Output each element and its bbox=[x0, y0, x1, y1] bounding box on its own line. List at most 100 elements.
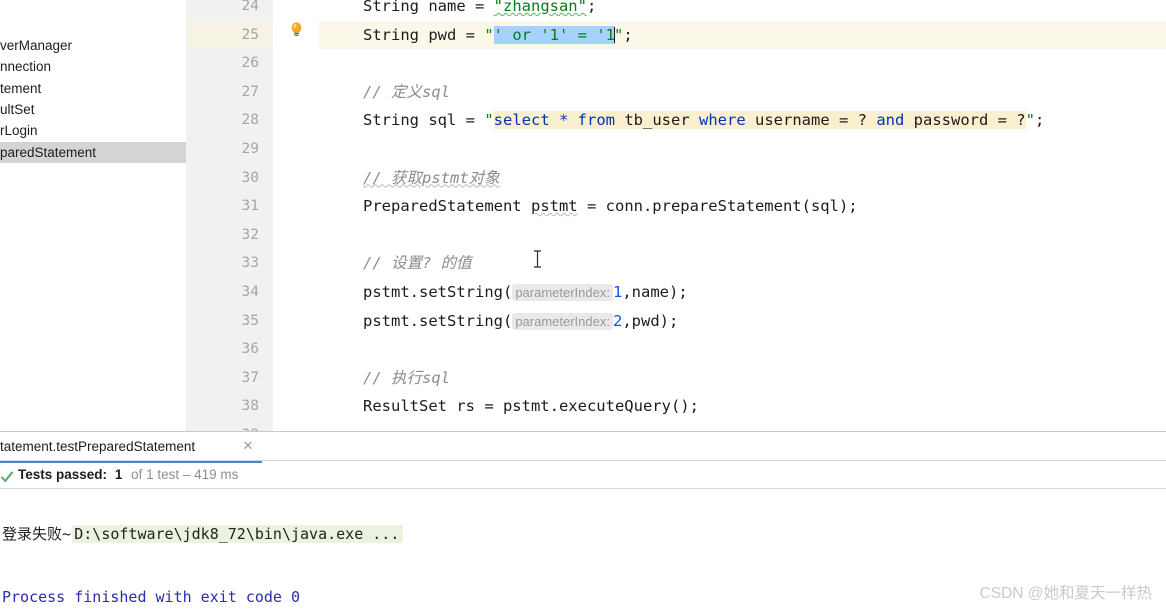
code-token: " bbox=[484, 111, 494, 130]
gutter-line-number[interactable]: 37 bbox=[186, 364, 273, 393]
tree-item[interactable]: rLogin bbox=[0, 120, 186, 141]
code-line[interactable]: String name = "zhangsan"; bbox=[319, 0, 1166, 21]
code-token: ; bbox=[1034, 111, 1045, 130]
tree-item[interactable]: nnection bbox=[0, 56, 186, 77]
tree-item[interactable]: tement bbox=[0, 78, 186, 99]
code-line[interactable] bbox=[319, 49, 1166, 78]
code-token: ' or '1' = '1 bbox=[493, 25, 615, 44]
tree-item-label: nnection bbox=[0, 59, 52, 75]
code-token: // 获取pstmt对象 bbox=[363, 168, 500, 187]
code-token: String pwd = bbox=[363, 25, 485, 44]
code-line[interactable]: pstmt.setString(parameterIndex: 2,pwd); bbox=[319, 307, 1166, 336]
test-tab-bar: tatement.testPreparedStatement ✕ bbox=[0, 432, 1166, 463]
code-token: and bbox=[876, 111, 914, 130]
tree-item-label: paredStatement bbox=[0, 144, 97, 160]
code-line[interactable]: // 设置? 的值 bbox=[319, 249, 1166, 278]
csdn-watermark: CSDN @她和夏天一样热 bbox=[979, 585, 1152, 602]
gutter-line-number[interactable]: 35 bbox=[186, 307, 273, 336]
lightbulb-icon[interactable] bbox=[288, 21, 305, 38]
code-line[interactable]: pstmt.setString(parameterIndex: 1,name); bbox=[319, 278, 1166, 307]
code-line[interactable] bbox=[319, 135, 1166, 164]
parameter-hint: parameterIndex: bbox=[512, 284, 613, 301]
code-line[interactable]: PreparedStatement pstmt = conn.prepareSt… bbox=[319, 192, 1166, 221]
gutter-line-number[interactable]: 27 bbox=[186, 78, 273, 107]
check-icon bbox=[0, 467, 14, 482]
gutter-line-number[interactable]: 38 bbox=[186, 392, 273, 421]
code-token: pstmt.setString( bbox=[363, 283, 513, 301]
gutter-line-number[interactable]: 26 bbox=[186, 49, 273, 78]
code-token: // 执行sql bbox=[363, 368, 450, 387]
code-line[interactable] bbox=[319, 335, 1166, 364]
gutter-line-number[interactable]: 25 bbox=[186, 20, 273, 50]
code-token: "zhangsan" bbox=[493, 0, 587, 15]
code-token: // 设置? 的值 bbox=[363, 254, 472, 273]
code-line[interactable]: // 定义sql bbox=[319, 78, 1166, 107]
ide-window: verManager nnection tement ultSet rLogin pare… bbox=[0, 0, 1166, 612]
code-token: where bbox=[699, 111, 755, 130]
code-token: ,name); bbox=[622, 283, 688, 301]
code-token: tb_user bbox=[624, 111, 699, 130]
gutter-line-number[interactable]: 24 bbox=[186, 0, 273, 21]
console-exit-line: Process finished with exit code 0 bbox=[2, 588, 301, 606]
code-token: // 定义sql bbox=[363, 82, 450, 101]
gutter-line-number[interactable]: 34 bbox=[186, 278, 273, 307]
editor-area: verManager nnection tement ultSet rLogin pare… bbox=[0, 0, 1166, 443]
code-token: ; bbox=[623, 25, 633, 44]
tab-bar-divider bbox=[0, 460, 1166, 461]
tree-item[interactable]: paredStatement bbox=[0, 141, 186, 163]
tests-detail: of 1 test – 419 ms bbox=[131, 467, 239, 482]
code-token: String sql = bbox=[363, 111, 485, 130]
code-token: username = ? bbox=[755, 111, 877, 130]
gutter-line-number[interactable]: 33 bbox=[186, 249, 273, 278]
code-canvas[interactable]: String name = "zhangsan"; String pwd = "'… bbox=[319, 0, 1166, 431]
tests-passed-label: Tests passed: bbox=[18, 467, 108, 482]
tree-item-label: tement bbox=[0, 80, 42, 96]
gutter-line-number[interactable]: 32 bbox=[186, 221, 273, 250]
code-line[interactable]: // 获取pstmt对象 bbox=[319, 164, 1166, 193]
tests-passed-count: 1 bbox=[114, 467, 123, 482]
code-token: ; bbox=[586, 0, 597, 15]
gutter-line-number[interactable]: 28 bbox=[186, 106, 273, 135]
editor-gutter[interactable]: 24252627282930313233343536373839 bbox=[186, 0, 274, 443]
console-command-line: D:\software\jdk8_72\bin\java.exe ... bbox=[0, 497, 404, 543]
code-token: " bbox=[484, 25, 494, 44]
code-line[interactable] bbox=[319, 221, 1166, 250]
gutter-line-number[interactable]: 31 bbox=[186, 192, 273, 221]
code-line[interactable]: ResultSet rs = pstmt.executeQuery(); bbox=[319, 392, 1166, 421]
code-token: ResultSet rs = pstmt.executeQuery(); bbox=[363, 397, 699, 416]
gutter-line-number[interactable]: 36 bbox=[186, 335, 273, 364]
gutter-line-number[interactable]: 29 bbox=[186, 135, 273, 164]
code-token: " bbox=[614, 25, 624, 44]
tree-item-label: rLogin bbox=[0, 123, 38, 139]
code-token: from bbox=[577, 111, 625, 130]
tree-item[interactable]: verManager bbox=[0, 35, 186, 56]
text-ibeam-cursor bbox=[533, 250, 542, 268]
tree-item[interactable]: ultSet bbox=[0, 99, 186, 120]
code-line[interactable]: String sql = "select * from tb_user wher… bbox=[319, 106, 1166, 135]
code-token: PreparedStatement bbox=[363, 197, 531, 216]
test-status-row: Tests passed: 1 of 1 test – 419 ms bbox=[0, 462, 1166, 488]
console-command-text: D:\software\jdk8_72\bin\java.exe ... bbox=[72, 525, 404, 543]
close-icon[interactable]: ✕ bbox=[242, 439, 254, 452]
code-token: pstmt bbox=[530, 197, 578, 216]
code-token: " bbox=[1025, 111, 1035, 130]
project-tree[interactable]: verManager nnection tement ultSet rLogin pare… bbox=[0, 0, 187, 431]
editor-icon-column bbox=[273, 0, 320, 431]
gutter-line-number[interactable]: 30 bbox=[186, 164, 273, 193]
code-line[interactable] bbox=[319, 421, 1166, 431]
tree-item-label: ultSet bbox=[0, 101, 35, 117]
code-token: select * bbox=[493, 111, 578, 130]
parameter-hint: parameterIndex: bbox=[512, 312, 613, 330]
code-token: password = ? bbox=[913, 111, 1026, 130]
code-token: = conn.prepareStatement(sql); bbox=[577, 197, 858, 216]
tab-test-prepared-statement[interactable]: tatement.testPreparedStatement ✕ bbox=[0, 432, 262, 463]
tab-label: tatement.testPreparedStatement bbox=[0, 439, 196, 454]
code-line[interactable]: // 执行sql bbox=[319, 364, 1166, 393]
tree-item-label: verManager bbox=[0, 38, 73, 53]
code-token: 2 bbox=[612, 311, 623, 330]
code-token: ,pwd); bbox=[622, 311, 679, 330]
code-line[interactable]: String pwd = "' or '1' = '1"; bbox=[319, 20, 1166, 50]
code-token: pstmt.setString( bbox=[363, 311, 513, 330]
code-token: 1 bbox=[612, 283, 623, 301]
console-output-line: 登录失败~ bbox=[2, 525, 72, 543]
